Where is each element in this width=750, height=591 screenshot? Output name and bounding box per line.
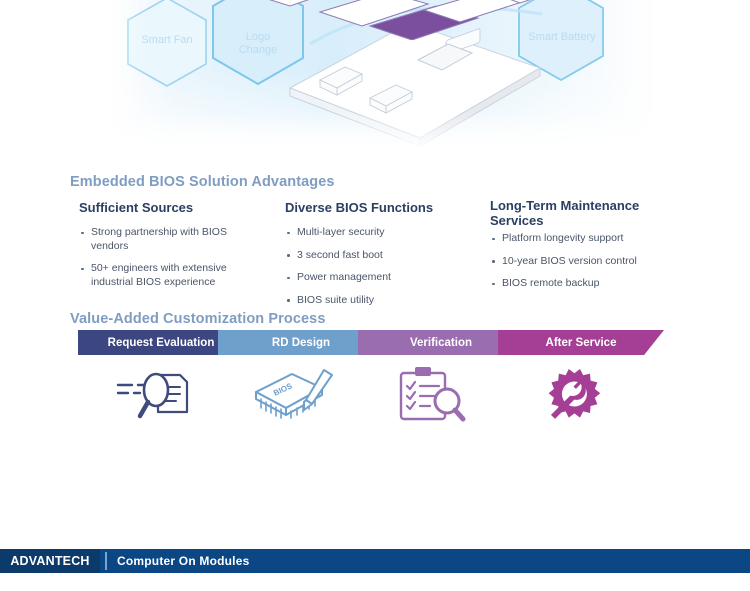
process-heading: Value-Added Customization Process xyxy=(70,311,326,327)
process-panel-4 xyxy=(488,355,658,433)
footer-bar: ADVANTECH Computer On Modules xyxy=(0,549,750,573)
list-item: 50+ engineers with extensive industrial … xyxy=(79,262,256,289)
advantages-list-3: Platform longevity support 10-year BIOS … xyxy=(490,232,690,300)
process-panel-3 xyxy=(348,355,518,433)
advantech-logo-text: ADVANTECH xyxy=(10,554,90,568)
magnifier-document-icon xyxy=(116,372,189,419)
advantages-list-1: Strong partnership with BIOS vendors 50+… xyxy=(79,226,259,298)
gear-wrench-icon xyxy=(548,369,601,419)
list-item: BIOS remote backup xyxy=(490,277,690,291)
list-item: 3 second fast boot xyxy=(285,249,462,263)
list-item: BIOS suite utility xyxy=(285,294,462,308)
process-step-label-1: Request Evaluation xyxy=(107,336,215,349)
bios-chip-pencil-icon: BIOS xyxy=(255,369,333,419)
advantages-heading: Embedded BIOS Solution Advantages xyxy=(70,174,335,190)
hero-banner: Smart Fan Logo Change Smart Battery xyxy=(0,0,750,160)
list-item: Power management xyxy=(285,271,462,285)
process-flow: Request Evaluation BIOS RD Design Verifi… xyxy=(60,330,690,460)
hero-bottom-fade xyxy=(0,112,750,160)
process-panel-2: BIOS xyxy=(208,355,378,433)
footer-product-title: Computer On Modules xyxy=(117,554,250,568)
process-step-label-4: After Service xyxy=(545,336,617,349)
process-step-label-3: Verification xyxy=(410,336,472,349)
list-item: 10-year BIOS version control xyxy=(490,255,690,269)
advantages-column-title-2: Diverse BIOS Functions xyxy=(285,200,434,215)
checklist-magnifier-icon xyxy=(399,367,466,422)
list-item: Multi-layer security xyxy=(285,226,462,240)
list-item: Strong partnership with BIOS vendors xyxy=(79,226,256,253)
process-panel-1 xyxy=(68,355,238,433)
process-step-label-2: RD Design xyxy=(271,336,331,349)
process-step-header-4[interactable]: After Service xyxy=(498,330,664,355)
advantages-column-title-1: Sufficient Sources xyxy=(79,200,194,215)
advantages-list-2: Multi-layer security 3 second fast boot … xyxy=(285,226,475,316)
advantages-column-title-3: Long-Term Maintenance Services xyxy=(490,198,640,228)
advantech-logo: ADVANTECH xyxy=(0,549,100,573)
list-item: Platform longevity support xyxy=(490,232,690,246)
footer-divider xyxy=(105,552,107,570)
